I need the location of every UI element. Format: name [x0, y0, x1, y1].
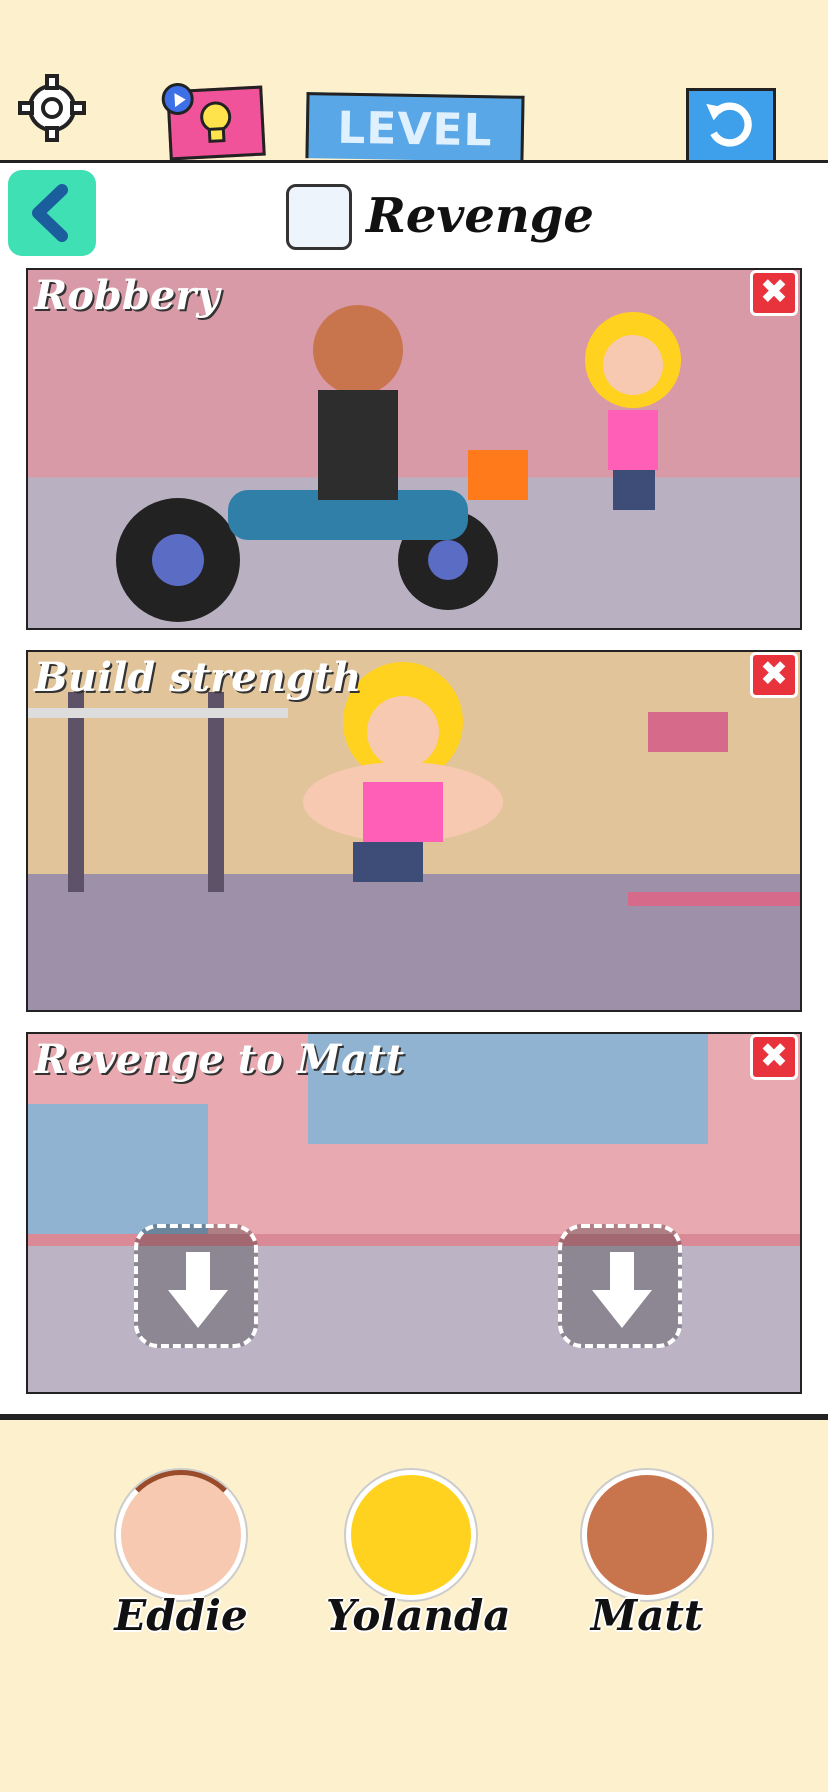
- restart-button[interactable]: [686, 88, 776, 160]
- robbery-scene-illustration: [116, 305, 681, 622]
- chevron-left-icon: [32, 184, 68, 242]
- character-yolanda[interactable]: Yolanda: [326, 1460, 511, 1660]
- story-panel-revenge-to-matt[interactable]: Revenge to Matt ✖: [26, 1032, 802, 1394]
- close-button[interactable]: ✖: [750, 1034, 798, 1080]
- character-eddie[interactable]: Eddie: [96, 1460, 266, 1660]
- character-name: Eddie: [114, 1591, 248, 1640]
- panel-label: Build strength: [34, 654, 362, 701]
- restart-icon: [706, 102, 752, 147]
- avatar: [116, 1470, 246, 1600]
- gym-scene-illustration: [28, 662, 800, 906]
- character-name: Matt: [590, 1591, 704, 1640]
- panel-label: Robbery: [34, 272, 220, 319]
- checklist-icon: [286, 184, 352, 250]
- panel-label: Revenge to Matt: [34, 1036, 405, 1083]
- character-tray: Eddie Yolanda Matt: [0, 1460, 828, 1660]
- drop-slot-right[interactable]: [558, 1224, 682, 1348]
- back-button[interactable]: [8, 170, 96, 256]
- story-panel-robbery[interactable]: Robbery ✖: [26, 268, 802, 630]
- level-banner: LEVEL 18: [305, 92, 525, 222]
- character-name: Yolanda: [326, 1591, 511, 1640]
- hint-button[interactable]: [160, 82, 266, 161]
- avatar: [346, 1470, 476, 1600]
- close-button[interactable]: ✖: [750, 270, 798, 316]
- page-title: Revenge: [366, 188, 594, 244]
- close-button[interactable]: ✖: [750, 652, 798, 698]
- drop-slot-left[interactable]: [134, 1224, 258, 1348]
- gear-icon[interactable]: [16, 72, 88, 144]
- character-matt[interactable]: Matt: [562, 1460, 732, 1660]
- avatar: [582, 1470, 712, 1600]
- lightbulb-icon: [200, 101, 232, 143]
- top-bar: LEVEL 18: [0, 0, 828, 222]
- story-panel-build-strength[interactable]: Build strength ✖: [26, 650, 802, 1012]
